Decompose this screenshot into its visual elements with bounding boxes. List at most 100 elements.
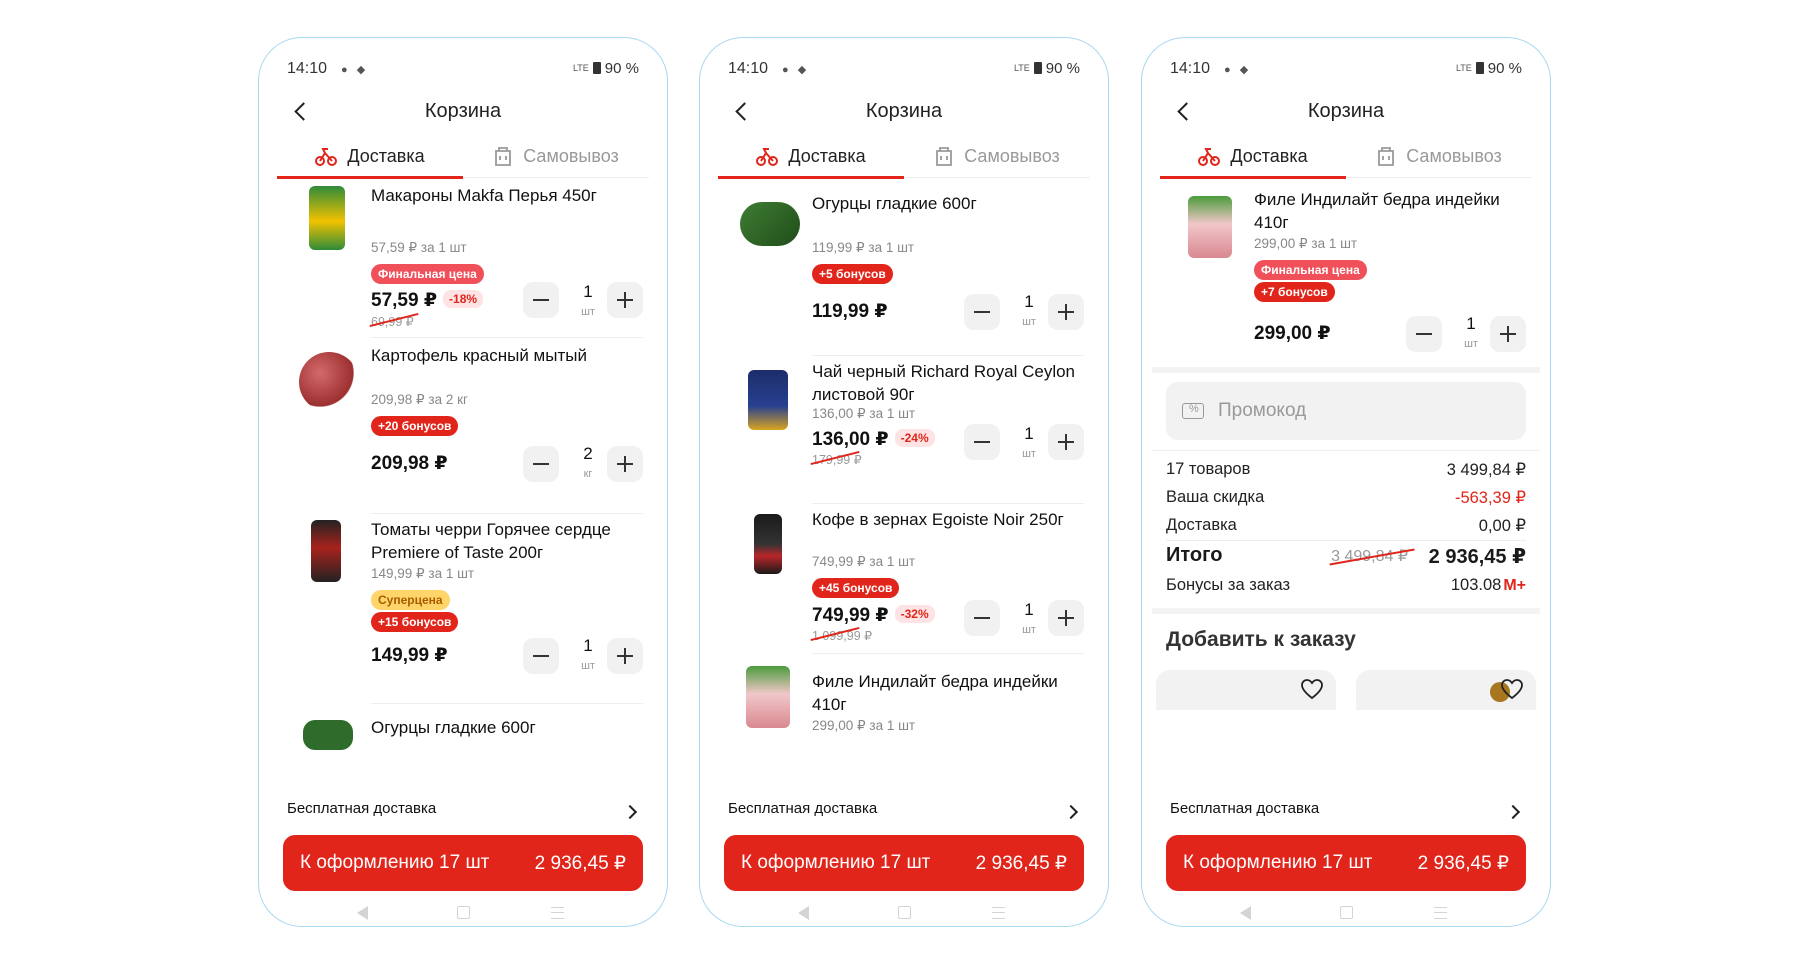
- notification-icons: ● ◆: [782, 64, 810, 76]
- page-title: Корзина: [865, 100, 943, 122]
- product-name[interactable]: Огурцы гладкие 600г: [371, 716, 643, 739]
- tab-pickup-label: Самовывоз: [1406, 145, 1502, 166]
- battery-level: 90 %: [604, 60, 639, 77]
- nav-recent-icon[interactable]: [551, 907, 564, 919]
- summary-total-old: 3 499,84 ₽: [1331, 548, 1408, 565]
- product-name[interactable]: Кофе в зернах Egoiste Noir 250г: [812, 508, 1084, 531]
- add-to-order-title: Добавить к заказу: [1166, 628, 1356, 651]
- recommendation-card[interactable]: [1356, 670, 1536, 710]
- nav-home-icon[interactable]: [898, 906, 911, 919]
- product-image[interactable]: [303, 720, 353, 750]
- product-image[interactable]: [299, 352, 359, 412]
- plus-icon[interactable]: [1490, 316, 1526, 352]
- nav-home-icon[interactable]: [457, 906, 470, 919]
- product-name[interactable]: Картофель красный мытый: [371, 344, 643, 367]
- summary-items-row: 17 товаров 3 499,84 ₽: [1166, 460, 1526, 479]
- checkout-button[interactable]: К оформлению 17 шт 2 936,45 ₽: [283, 835, 643, 891]
- minus-icon[interactable]: [1406, 316, 1442, 352]
- product-image[interactable]: [748, 370, 788, 430]
- summary-discount-label: Ваша скидка: [1166, 488, 1265, 506]
- product-name[interactable]: Филе Индилайт бедра индейки 410г: [812, 670, 1084, 716]
- plus-icon[interactable]: [1048, 424, 1084, 460]
- checkout-amount: 2 936,45 ₽: [534, 852, 626, 874]
- plus-icon[interactable]: [1048, 294, 1084, 330]
- divider: [1166, 540, 1526, 541]
- promo-icon: [1182, 403, 1204, 419]
- tab-pickup[interactable]: Самовывоз: [463, 134, 649, 178]
- free-delivery-link[interactable]: Бесплатная доставка: [1170, 800, 1522, 830]
- tab-delivery[interactable]: Доставка: [277, 134, 463, 179]
- tab-delivery[interactable]: Доставка: [718, 134, 904, 179]
- product-image[interactable]: [746, 666, 790, 728]
- product-name[interactable]: Огурцы гладкие 600г: [812, 192, 1084, 215]
- free-delivery-link[interactable]: Бесплатная доставка: [287, 800, 639, 830]
- tab-pickup-label: Самовывоз: [964, 145, 1060, 166]
- bag-icon: [495, 147, 512, 166]
- header: Корзина: [1142, 90, 1550, 134]
- cart-list[interactable]: Филе Индилайт бедра индейки 410г 299,00 …: [1142, 180, 1550, 795]
- promo-input[interactable]: Промокод: [1166, 382, 1526, 440]
- bag-icon: [1378, 147, 1395, 166]
- item-price: 119,99 ₽: [812, 301, 888, 322]
- tab-pickup[interactable]: Самовывоз: [904, 134, 1090, 178]
- product-image[interactable]: [1188, 196, 1232, 258]
- plus-icon[interactable]: [607, 446, 643, 482]
- old-price: 1 099,99 ₽: [812, 629, 873, 643]
- minus-icon[interactable]: [964, 424, 1000, 460]
- phone-screen-1: 14:10 ● ◆ LTE 90 % Корзина Доставка Самов…: [258, 37, 668, 927]
- recommendation-card[interactable]: [1156, 670, 1336, 710]
- product-image[interactable]: [309, 186, 345, 250]
- bike-icon: [315, 148, 338, 166]
- battery-icon: [1475, 62, 1484, 74]
- product-image[interactable]: [740, 202, 800, 246]
- nav-recent-icon[interactable]: [1434, 907, 1447, 919]
- tabs: Доставка Самовывоз: [277, 134, 649, 179]
- status-bar: 14:10 ● ◆ LTE 90 %: [728, 60, 1080, 84]
- plus-icon[interactable]: [607, 282, 643, 318]
- bonus-badge: +15 бонусов: [371, 612, 459, 632]
- free-delivery-link[interactable]: Бесплатная доставка: [728, 800, 1080, 830]
- quantity-unit: шт: [581, 306, 595, 318]
- final-price-badge: Финальная цена: [1254, 260, 1367, 280]
- summary-discount-row: Ваша скидка -563,39 ₽: [1166, 488, 1526, 507]
- unit-price: 209,98 ₽ за 2 кг: [371, 392, 468, 407]
- checkout-button[interactable]: К оформлению 17 шт 2 936,45 ₽: [1166, 835, 1526, 891]
- summary-items-value: 3 499,84 ₽: [1446, 461, 1526, 479]
- product-name[interactable]: Чай черный Richard Royal Ceylon листовой…: [812, 360, 1084, 406]
- product-name[interactable]: Филе Индилайт бедра индейки 410г: [1254, 188, 1526, 234]
- tab-pickup[interactable]: Самовывоз: [1346, 134, 1532, 178]
- minus-icon[interactable]: [964, 600, 1000, 636]
- minus-icon[interactable]: [964, 294, 1000, 330]
- nav-back-icon[interactable]: [798, 906, 809, 920]
- heart-icon[interactable]: [1300, 678, 1324, 700]
- tabs: Доставка Самовывоз: [1160, 134, 1532, 179]
- product-name[interactable]: Томаты черри Горячее сердце Premiere of …: [371, 518, 643, 564]
- final-price-badge: Финальная цена: [371, 264, 484, 284]
- item-price: 57,59 ₽ -18%: [371, 289, 484, 312]
- minus-icon[interactable]: [523, 446, 559, 482]
- checkout-button[interactable]: К оформлению 17 шт 2 936,45 ₽: [724, 835, 1084, 891]
- product-image[interactable]: [311, 520, 341, 582]
- status-bar: 14:10 ● ◆ LTE 90 %: [287, 60, 639, 84]
- nav-back-icon[interactable]: [1240, 906, 1251, 920]
- price-value: 136,00 ₽: [812, 429, 889, 450]
- tab-delivery[interactable]: Доставка: [1160, 134, 1346, 179]
- plus-icon[interactable]: [1048, 600, 1084, 636]
- nav-back-icon[interactable]: [357, 906, 368, 920]
- list-fade: [259, 770, 667, 795]
- nav-recent-icon[interactable]: [992, 907, 1005, 919]
- nav-home-icon[interactable]: [1340, 906, 1353, 919]
- section-divider: [1152, 608, 1540, 614]
- product-image[interactable]: [754, 514, 782, 574]
- cart-list[interactable]: Огурцы гладкие 600г 119,99 ₽ за 1 шт +5 …: [700, 180, 1108, 795]
- quantity-unit: кг: [583, 468, 593, 480]
- quantity-unit: шт: [1022, 316, 1036, 328]
- minus-icon[interactable]: [523, 282, 559, 318]
- summary-discount-value: -563,39 ₽: [1454, 489, 1526, 507]
- cart-list[interactable]: Макароны Makfa Перья 450г 57,59 ₽ за 1 ш…: [259, 180, 667, 795]
- product-name[interactable]: Макароны Makfa Перья 450г: [371, 184, 643, 207]
- plus-icon[interactable]: [607, 638, 643, 674]
- quantity-value: 2: [583, 444, 593, 463]
- minus-icon[interactable]: [523, 638, 559, 674]
- heart-icon[interactable]: [1500, 678, 1524, 700]
